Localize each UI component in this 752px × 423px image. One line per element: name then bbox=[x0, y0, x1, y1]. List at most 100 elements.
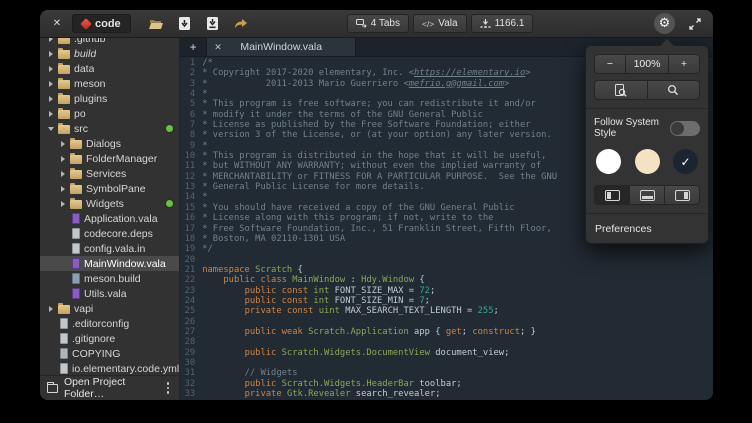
code-line[interactable]: 21namespace Scratch { bbox=[180, 265, 713, 275]
code-line[interactable]: 25 private const uint MAX_SEARCH_TEXT_LE… bbox=[180, 306, 713, 316]
tree-item-symbolpane[interactable]: SymbolPane bbox=[40, 181, 179, 196]
tree-item-foldermanager[interactable]: FolderManager bbox=[40, 151, 179, 166]
tree-item--github[interactable]: .github bbox=[40, 38, 179, 46]
project-chip[interactable]: code bbox=[72, 14, 131, 33]
code-line[interactable]: 31 // Widgets bbox=[180, 368, 713, 378]
tree-item-copying[interactable]: COPYING bbox=[40, 346, 179, 361]
toggle-sidebar-button[interactable] bbox=[594, 185, 630, 205]
code-line[interactable]: 19*/ bbox=[180, 244, 713, 254]
code-line[interactable]: 20 bbox=[180, 255, 713, 265]
code-line[interactable]: 27 public weak Scratch.Application app {… bbox=[180, 327, 713, 337]
expand-arrow-icon[interactable] bbox=[48, 80, 56, 88]
tree-item-mainwindow-vala[interactable]: MainWindow.vala bbox=[40, 256, 179, 271]
tree-item-label: Services bbox=[86, 168, 126, 180]
tree-item-src[interactable]: src bbox=[40, 121, 179, 136]
language-button[interactable]: </> Vala bbox=[413, 14, 467, 33]
code-line[interactable]: 29 public Scratch.Widgets.DocumentView d… bbox=[180, 348, 713, 358]
tree-item-label: .gitignore bbox=[72, 333, 115, 345]
tree-item-application-vala[interactable]: Application.vala bbox=[40, 211, 179, 226]
share-button[interactable] bbox=[231, 14, 251, 34]
expand-arrow-icon[interactable] bbox=[60, 140, 68, 148]
expand-arrow-icon[interactable] bbox=[48, 65, 56, 73]
tree-item-io-elementary-code-yml[interactable]: io.elementary.code.yml bbox=[40, 361, 179, 375]
language-button-label: Vala bbox=[438, 18, 457, 29]
tree-item-dialogs[interactable]: Dialogs bbox=[40, 136, 179, 151]
tree-item-plugins[interactable]: plugins bbox=[40, 91, 179, 106]
code-text: * Boston, MA 02110-1301 USA bbox=[202, 234, 345, 244]
code-line[interactable]: 33 private Gtk.Revealer search_revealer; bbox=[180, 389, 713, 399]
tree-item-build[interactable]: build bbox=[40, 46, 179, 61]
fullscreen-button[interactable] bbox=[687, 16, 703, 32]
new-tab-button[interactable]: + bbox=[180, 38, 206, 56]
tabs-overview-button[interactable]: 4 Tabs bbox=[347, 14, 409, 33]
tree-item--gitignore[interactable]: .gitignore bbox=[40, 331, 179, 346]
tree-item-meson[interactable]: meson bbox=[40, 76, 179, 91]
tree-item-config-vala-in[interactable]: config.vala.in bbox=[40, 241, 179, 256]
folder-icon bbox=[58, 65, 70, 74]
window-close-button[interactable]: ✕ bbox=[50, 18, 64, 29]
save-as-icon bbox=[206, 17, 219, 31]
expand-arrow-icon[interactable] bbox=[60, 185, 68, 193]
search-button[interactable] bbox=[647, 80, 701, 100]
tree-item-label: plugins bbox=[74, 93, 107, 105]
tree-item-services[interactable]: Services bbox=[40, 166, 179, 181]
line-number: 7 bbox=[180, 120, 202, 130]
zoom-in-button[interactable]: + bbox=[668, 54, 700, 74]
code-line[interactable]: 22 public class MainWindow : Hdy.Window … bbox=[180, 275, 713, 285]
goto-line-button[interactable]: 1166.1 bbox=[471, 14, 534, 33]
tree-item-vapi[interactable]: vapi bbox=[40, 301, 179, 316]
code-line[interactable]: 24 public const int FONT_SIZE_MIN = 7; bbox=[180, 296, 713, 306]
code-line[interactable]: 23 public const int FONT_SIZE_MAX = 72; bbox=[180, 286, 713, 296]
license-file-icon bbox=[60, 348, 68, 359]
code-text: * General Public License for more detail… bbox=[202, 182, 424, 192]
tab-mainwindow-vala[interactable]: ✕ MainWindow.vala bbox=[206, 38, 356, 56]
tree-item-po[interactable]: po bbox=[40, 106, 179, 121]
save-button[interactable] bbox=[175, 14, 195, 34]
project-sidebar: .githubbuilddatameson pluginsposrcDialogs… bbox=[40, 38, 180, 400]
code-line[interactable]: 30 bbox=[180, 358, 713, 368]
code-line[interactable]: 28 bbox=[180, 337, 713, 347]
tree-item-data[interactable]: data bbox=[40, 61, 179, 76]
tree-item--editorconfig[interactable]: .editorconfig bbox=[40, 316, 179, 331]
collapse-arrow-icon[interactable] bbox=[48, 125, 56, 133]
tab-close-icon[interactable]: ✕ bbox=[214, 42, 226, 53]
toggle-outline-button[interactable] bbox=[664, 185, 700, 205]
share-icon bbox=[234, 18, 248, 30]
tree-item-widgets[interactable]: Widgets bbox=[40, 196, 179, 211]
theme-dark-button[interactable]: ✓ bbox=[673, 149, 698, 174]
code-text: public const int FONT_SIZE_MIN = 7; bbox=[202, 296, 430, 306]
theme-sepia-button[interactable] bbox=[635, 149, 660, 174]
follow-system-style-toggle[interactable] bbox=[670, 121, 700, 136]
arrow-spacer bbox=[60, 260, 68, 268]
zoom-out-button[interactable]: − bbox=[594, 54, 626, 74]
find-replace-button[interactable] bbox=[594, 80, 648, 100]
tree-item-meson-build[interactable]: meson.build bbox=[40, 271, 179, 286]
expand-arrow-icon[interactable] bbox=[48, 95, 56, 103]
expand-arrow-icon[interactable] bbox=[60, 170, 68, 178]
expand-arrow-icon[interactable] bbox=[48, 305, 56, 313]
code-text: * 2011-2013 Mario Guerriero <mefrio.g@gm… bbox=[202, 79, 509, 89]
expand-arrow-icon[interactable] bbox=[48, 38, 56, 43]
theme-light-button[interactable] bbox=[596, 149, 621, 174]
line-number: 27 bbox=[180, 327, 202, 337]
open-file-button[interactable] bbox=[147, 14, 167, 34]
expand-arrow-icon[interactable] bbox=[48, 110, 56, 118]
save-as-button[interactable] bbox=[203, 14, 223, 34]
tree-item-utils-vala[interactable]: Utils.vala bbox=[40, 286, 179, 301]
code-text: public class MainWindow : Hdy.Window { bbox=[202, 275, 424, 285]
zoom-controls: − 100% + bbox=[594, 54, 700, 74]
code-line[interactable]: 26 bbox=[180, 317, 713, 327]
expand-arrow-icon[interactable] bbox=[48, 50, 56, 58]
tree-item-codecore-deps[interactable]: codecore.deps bbox=[40, 226, 179, 241]
expand-arrow-icon[interactable] bbox=[60, 200, 68, 208]
code-line[interactable]: 32 public Scratch.Widgets.HeaderBar tool… bbox=[180, 379, 713, 389]
zoom-level[interactable]: 100% bbox=[625, 54, 669, 74]
tree-item-label: Application.vala bbox=[84, 213, 158, 225]
toggle-terminal-button[interactable] bbox=[629, 185, 665, 205]
expand-arrow-icon[interactable] bbox=[60, 155, 68, 163]
preferences-menu-item[interactable]: Preferences bbox=[594, 222, 700, 235]
open-project-folder-label[interactable]: Open Project Folder… bbox=[64, 376, 158, 400]
code-text: * but WITHOUT ANY WARRANTY; without even… bbox=[202, 161, 541, 171]
settings-menu-button[interactable]: ⚙ bbox=[654, 13, 675, 34]
sidebar-menu-button[interactable] bbox=[164, 380, 173, 396]
